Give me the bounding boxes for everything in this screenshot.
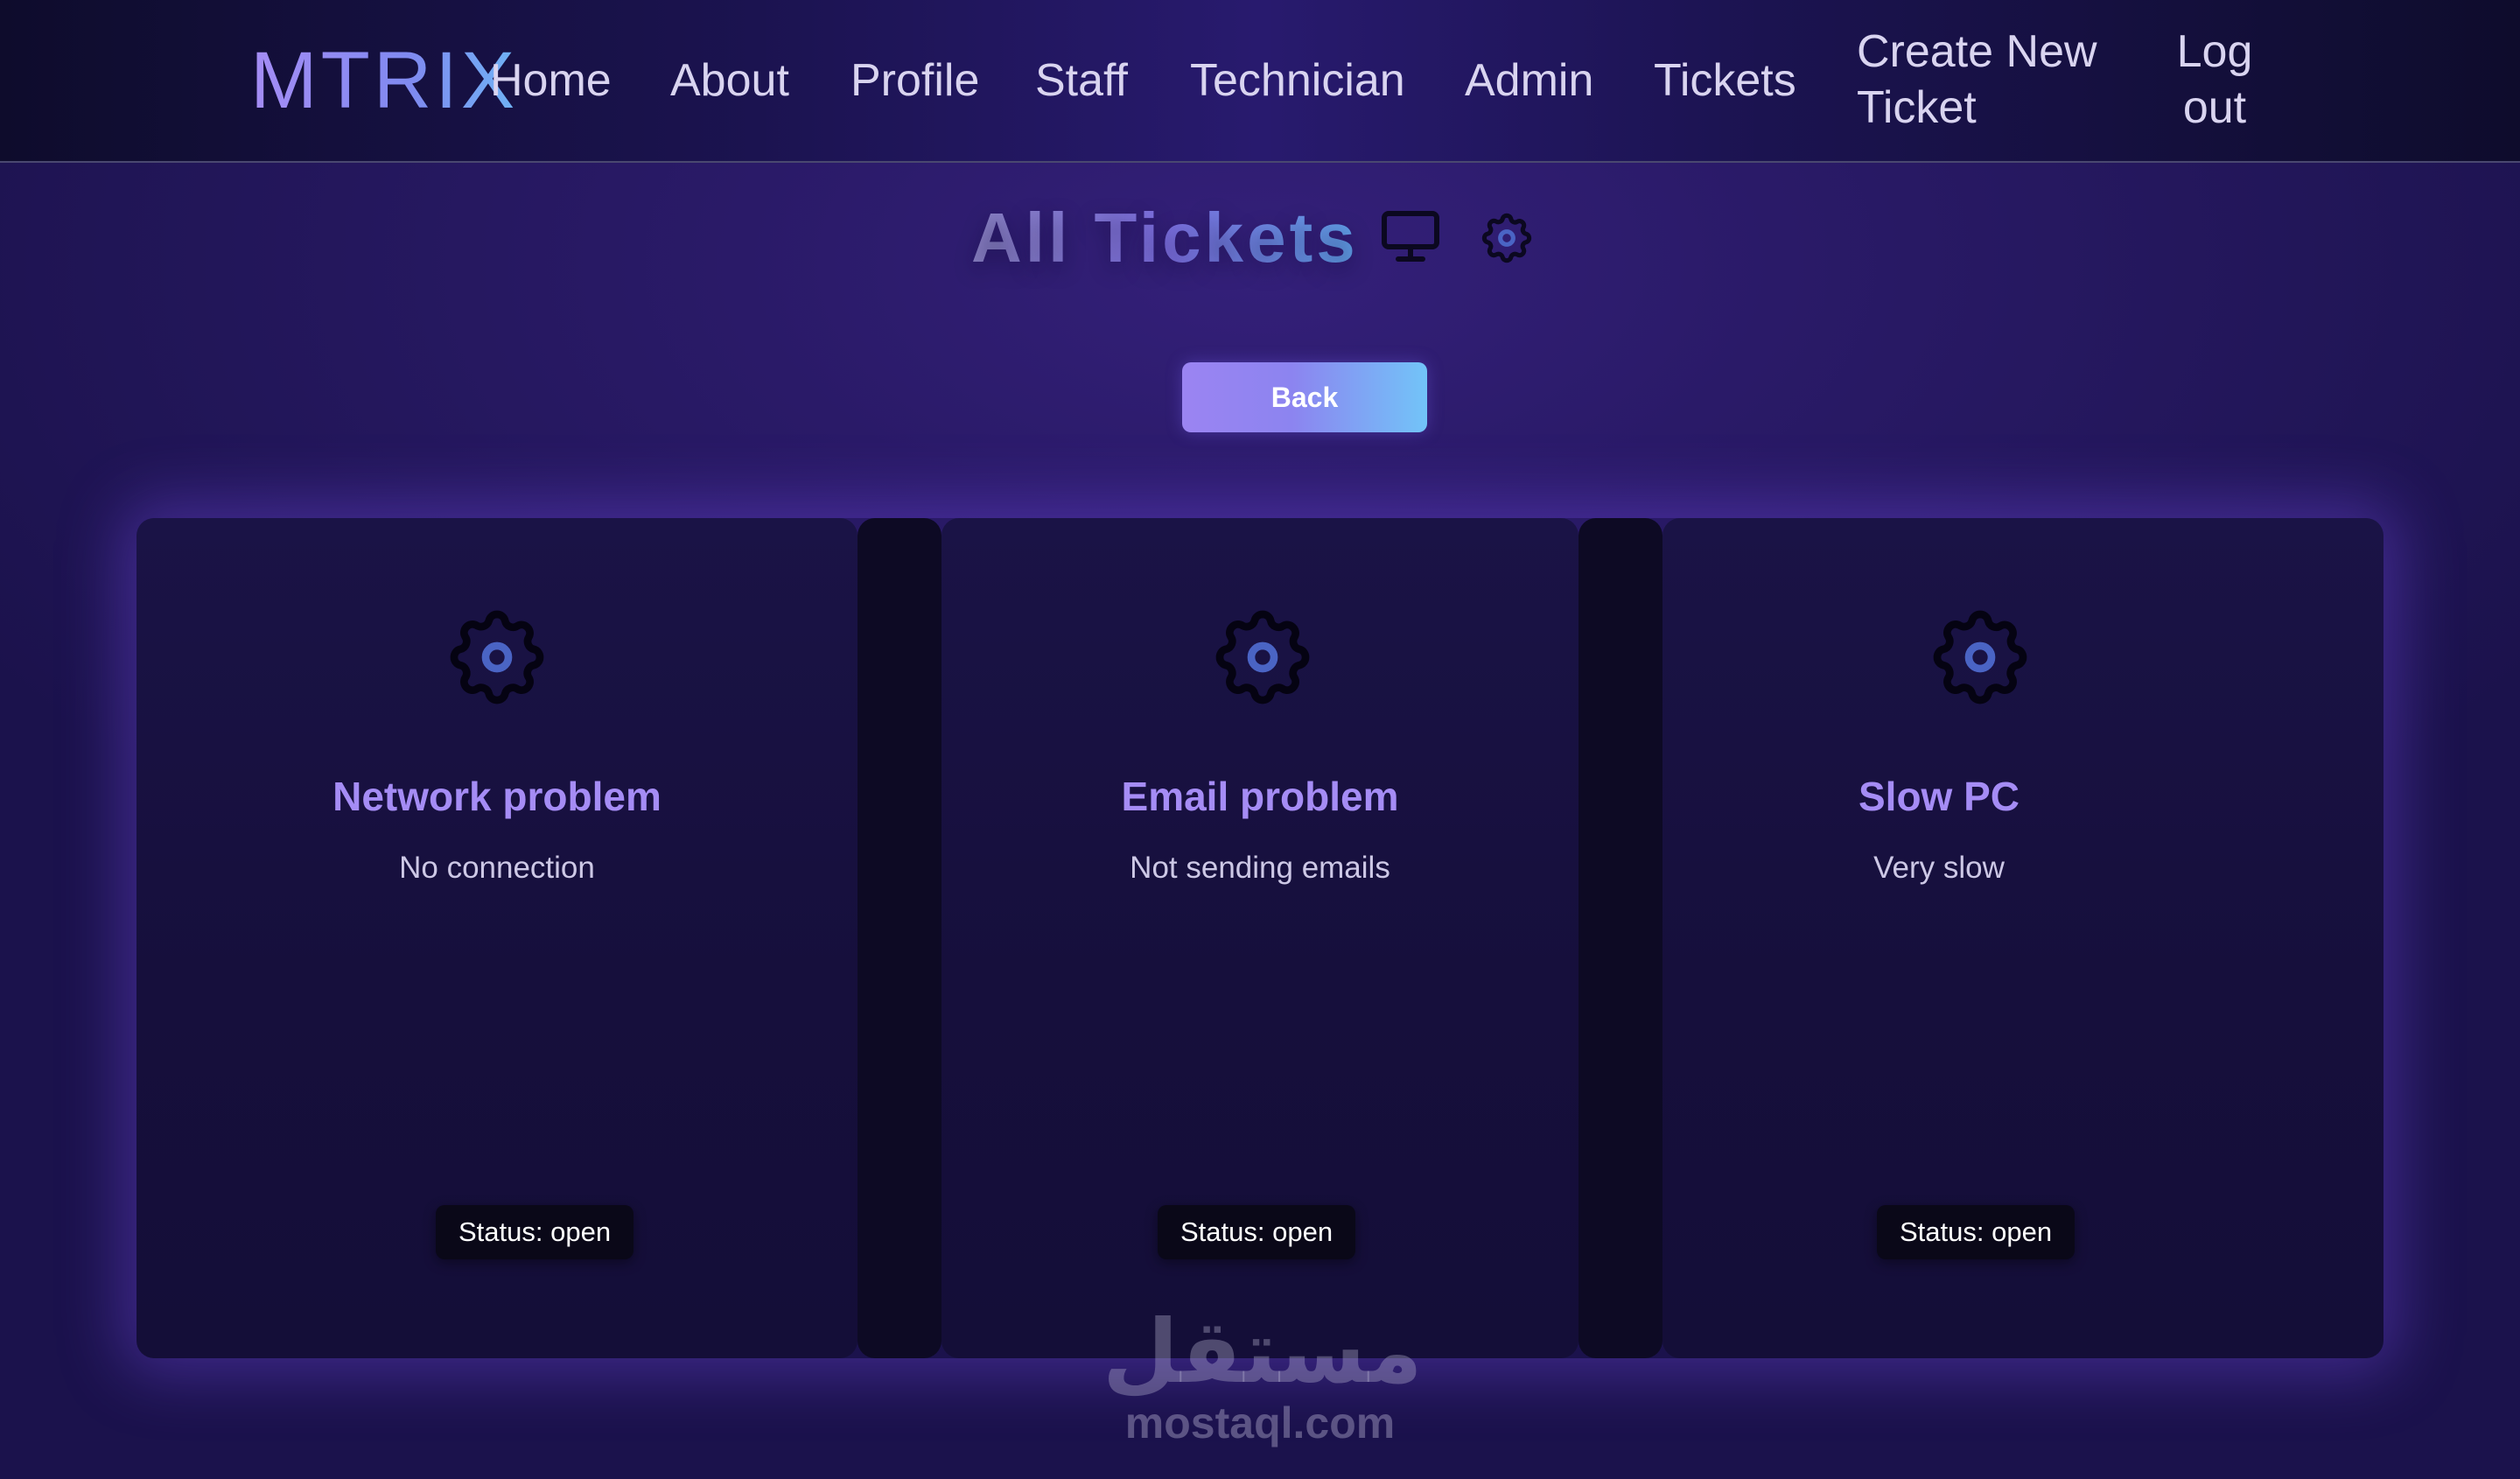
ticket-description: Very slow — [1873, 851, 2005, 885]
nav-staff[interactable]: Staff — [1035, 53, 1128, 109]
brand-logo[interactable]: MTRIX — [250, 35, 518, 126]
gear-icon — [1477, 208, 1536, 268]
top-navbar: MTRIX Home About Profile Staff Technicia… — [0, 0, 2520, 163]
nav-about[interactable]: About — [670, 53, 789, 109]
nav-technician[interactable]: Technician — [1190, 53, 1405, 109]
card-divider — [1578, 518, 1662, 1358]
nav-home[interactable]: Home — [490, 53, 612, 109]
watermark-domain: mostaql.com — [1124, 1398, 1396, 1447]
status-badge: Status: open — [1877, 1205, 2076, 1259]
nav-logout-line-1: Log — [2176, 26, 2253, 77]
ticket-card[interactable]: Network problem No connection Status: op… — [136, 518, 858, 1358]
nav-tickets[interactable]: Tickets — [1654, 53, 1796, 109]
gear-icon — [1923, 600, 2037, 714]
gear-icon — [1206, 600, 1320, 714]
nav-admin[interactable]: Admin — [1465, 53, 1593, 109]
card-divider — [858, 518, 942, 1358]
ticket-title: Email problem — [1121, 774, 1399, 819]
ticket-title: Slow PC — [1858, 774, 2020, 819]
status-badge: Status: open — [1158, 1205, 1356, 1259]
ticket-description: Not sending emails — [1130, 851, 1390, 885]
nav-create-line-2: Ticket — [1857, 82, 1977, 133]
nav-profile[interactable]: Profile — [850, 53, 979, 109]
watermark-logo: مستقل — [1102, 1300, 1423, 1403]
nav-logout-line-2: out — [2182, 82, 2247, 133]
ticket-description: No connection — [399, 851, 595, 885]
ticket-card[interactable]: Email problem Not sending emails Status:… — [942, 518, 1578, 1358]
back-button[interactable]: Back — [1182, 362, 1427, 432]
nav-logout[interactable]: Log out — [2175, 24, 2254, 136]
gear-icon — [440, 600, 554, 714]
ticket-card[interactable]: Slow PC Very slow Status: open — [1662, 518, 2384, 1358]
monitor-icon — [1379, 208, 1442, 264]
page-title: All Tickets — [971, 194, 1359, 282]
status-badge: Status: open — [436, 1205, 634, 1259]
nav-create-line-1: Create New — [1857, 26, 2097, 77]
ticket-title: Network problem — [332, 774, 662, 819]
nav-create-ticket[interactable]: Create New Ticket — [1857, 24, 2097, 136]
